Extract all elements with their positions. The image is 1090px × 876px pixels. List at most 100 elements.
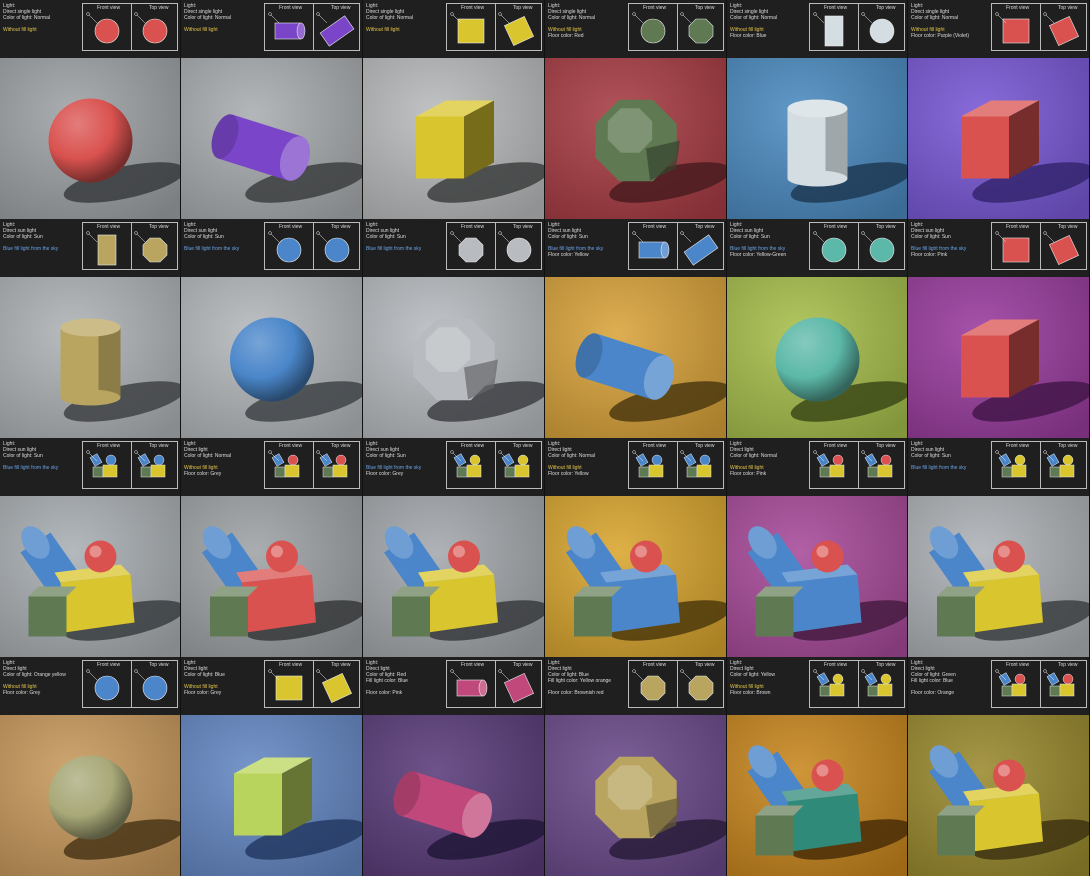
light-setup-text: Light: Direct light Color of light: Orange… [3,660,81,696]
fill-light-note: Without fill light [366,27,400,33]
fill-light-note: Floor color: Purple (Violet) [911,33,969,39]
light-setup-text: Light: Direct light Color of light: Yellow… [730,660,808,696]
rendered-study [908,715,1090,876]
view-diagrams: Front view Top view [264,222,360,270]
rendered-study [181,277,363,438]
cube-render [416,100,494,179]
light-source-icon [134,669,146,681]
light-setup-text: Light: Direct single light Color of light:… [3,3,81,33]
light-source-icon [450,231,462,243]
top-view-diagram [498,231,532,263]
info-panel: Light: Direct light Color of light: Green F… [908,657,1090,715]
light-setup-text: Light: Direct sun light Color of light: Su… [911,222,989,258]
view-diagrams: Front view Top view [82,222,178,270]
info-panel: Light: Direct sun light Color of light: Su… [0,438,181,496]
front-view-diagram [632,450,664,478]
info-panel: Light: Direct sun light Color of light: Su… [545,219,727,277]
light-source-icon [86,669,98,681]
view-diagrams: Front view Top view [991,441,1087,489]
lighting-study-grid: Light: Direct single light Color of light:… [0,0,1090,876]
light-source-icon [134,12,146,24]
light-source-icon [680,669,692,681]
top-view-diagram [134,669,168,701]
view-diagrams: Front view Top view [82,660,178,708]
front-view-diagram [813,231,847,263]
light-source-icon [316,12,328,24]
top-view-diagram [1043,12,1080,47]
view-diagrams: Front view Top view [264,441,360,489]
light-setup-text: Light: Direct single light Color of light:… [548,3,626,39]
info-panel: Light: Direct single light Color of light:… [363,0,545,58]
view-diagrams: Front view Top view [82,3,178,51]
view-diagrams: Front view Top view [264,3,360,51]
view-diagrams: Front view Top view [446,3,542,51]
info-panel: Light: Direct sun light Color of light: Su… [363,438,545,496]
rendered-study [545,715,727,876]
info-panel: Light: Direct light Color of light: Yellow… [727,657,908,715]
light-source-icon [86,231,98,243]
light-setup-text: Light: Direct sun light Color of light: Su… [366,222,444,252]
light-source-icon [134,231,146,243]
view-diagrams: Front view Top view [446,222,542,270]
info-panel: Light: Direct light Color of light: Red Fil… [363,657,545,715]
front-view-diagram [995,450,1027,478]
light-source-icon [995,231,1007,243]
fill-light-note: Floor color: Red [548,33,584,39]
rendered-study [181,715,363,876]
light-setup-text: Light: Direct light Color of light: Blue Fi… [548,660,626,696]
rendered-study [727,277,908,438]
top-view-diagram [316,669,353,704]
top-view-diagram [1043,669,1075,697]
light-source-icon [498,12,510,24]
light-source-icon [861,12,873,24]
light-setup-text: Light: Direct sun light Color of light: Su… [730,222,808,258]
top-view-diagram [316,231,350,263]
front-view-diagram [632,669,666,701]
light-setup-text: Light: Direct light Color of light: Normal… [730,441,808,477]
front-view-diagram [995,669,1027,697]
cube-render [961,319,1039,398]
fill-light-note: Floor color: Grey [366,471,404,477]
info-panel: Light: Direct single light Color of light:… [545,0,727,58]
fill-light-note: Blue fill light from the sky [184,246,240,252]
fill-light-note: Without fill light [3,27,37,33]
light-setup-text: Light: Direct single light Color of light:… [366,3,444,33]
info-panel: Light: Direct light Color of light: Normal… [545,438,727,496]
front-view-diagram [813,669,845,697]
fill-light-note: Floor color: Pink [366,690,403,696]
view-diagrams: Front view Top view [628,222,724,270]
info-panel: Light: Direct single light Color of light:… [727,0,908,58]
light-setup-text: Light: Direct light Color of light: Red Fil… [366,660,444,696]
light-source-icon [450,669,462,681]
top-view-diagram [498,669,535,704]
fill-light-note: Blue fill light from the sky [366,246,422,252]
fill-light-note: Blue fill light from the sky [911,465,967,471]
cube-render [234,757,312,836]
rendered-study [363,277,545,438]
view-diagrams: Front view Top view [628,441,724,489]
light-source-icon [995,12,1007,24]
top-view-diagram [134,450,166,478]
top-view-diagram [316,450,348,478]
info-panel: Light: Direct light Color of light: Blue Fi… [545,657,727,715]
fill-light-note: Floor color: Brownish red [548,690,604,696]
rendered-study [908,496,1090,657]
light-source-icon [1043,231,1055,243]
fill-light-note: Floor color: Grey [3,690,41,696]
top-view-diagram [498,12,535,47]
info-panel: Light: Direct single light Color of light:… [181,0,363,58]
rendered-study [545,496,727,657]
light-source-icon [268,231,280,243]
info-panel: Light: Direct sun light Color of light: Su… [908,219,1090,277]
front-view-diagram [268,12,306,40]
cube-render [961,100,1039,179]
top-view-diagram [680,12,714,44]
info-panel: Light: Direct sun light Color of light: Su… [181,219,363,277]
light-source-icon [632,12,644,24]
light-setup-text: Light: Direct single light Color of light:… [184,3,262,33]
light-source-icon [813,231,825,243]
front-view-diagram [268,231,302,263]
rendered-study [727,496,908,657]
top-view-diagram [134,12,168,44]
front-view-diagram [268,450,300,478]
